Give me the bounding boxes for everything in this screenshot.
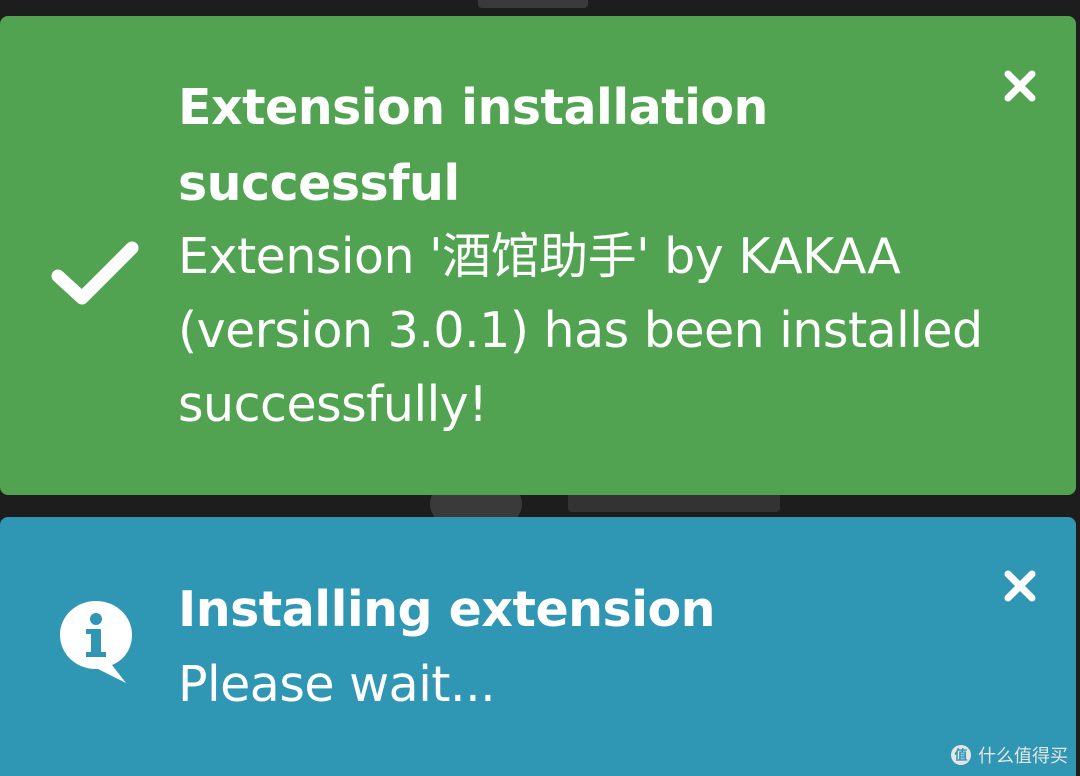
success-toast-title: Extension installation successful <box>178 79 768 212</box>
info-toast-message: Please wait... <box>178 656 496 713</box>
info-toast[interactable]: Installing extension Please wait... <box>0 517 1076 776</box>
info-speech-bubble-icon <box>58 597 134 687</box>
info-toast-close-button[interactable] <box>1000 566 1040 606</box>
watermark-text: 什么值得买 <box>978 746 1068 767</box>
svg-text:值: 值 <box>954 748 967 764</box>
watermark-logo-icon: 值 <box>950 744 972 766</box>
close-icon <box>1000 570 1040 609</box>
checkmark-icon <box>50 238 140 308</box>
info-toast-title: Installing extension <box>178 581 716 638</box>
success-toast-close-button[interactable] <box>1000 66 1040 106</box>
background-element <box>478 0 588 8</box>
close-icon <box>1000 70 1040 109</box>
watermark: 值 什么值得买 <box>950 742 1068 768</box>
success-toast[interactable]: Extension installation successful Extens… <box>0 16 1076 495</box>
success-toast-message: Extension '酒馆助手' by KAKAA (version 3.0.1… <box>178 228 983 433</box>
